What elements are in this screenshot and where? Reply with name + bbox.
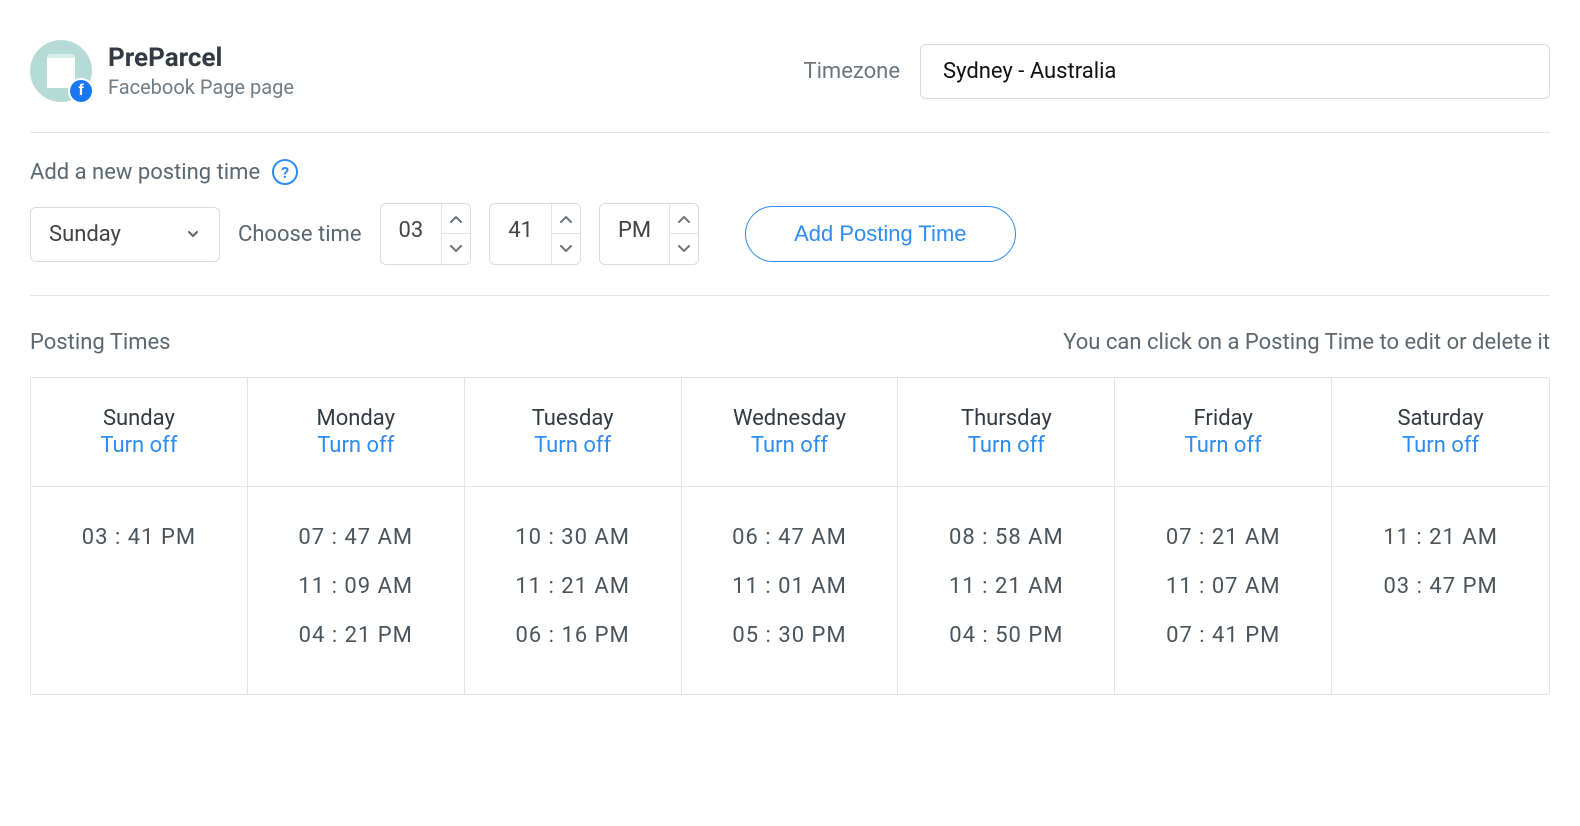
day-toggle[interactable]: Turn off xyxy=(39,433,239,458)
minute-arrows xyxy=(551,204,580,264)
ampm-stepper[interactable]: PM xyxy=(599,203,699,265)
add-section-heading: Add a new posting time xyxy=(30,160,260,185)
posting-time[interactable]: 03 : 41 PM xyxy=(39,513,239,562)
day-header: SundayTurn off xyxy=(31,378,248,487)
hour-stepper[interactable]: 03 xyxy=(380,203,472,265)
posting-time[interactable]: 11 : 21 AM xyxy=(906,562,1106,611)
ampm-down-button[interactable] xyxy=(670,234,698,264)
day-name: Thursday xyxy=(906,406,1106,431)
day-toggle[interactable]: Turn off xyxy=(1340,433,1541,458)
day-toggle[interactable]: Turn off xyxy=(690,433,890,458)
timezone-group: Timezone Sydney - Australia xyxy=(803,44,1550,99)
hour-up-button[interactable] xyxy=(442,204,470,234)
day-toggle[interactable]: Turn off xyxy=(256,433,456,458)
account-subtitle: Facebook Page page xyxy=(108,75,294,99)
day-column: 08 : 58 AM11 : 21 AM04 : 50 PM xyxy=(898,487,1115,694)
day-toggle[interactable]: Turn off xyxy=(906,433,1106,458)
minute-down-button[interactable] xyxy=(552,234,580,264)
hour-arrows xyxy=(441,204,470,264)
day-column: 03 : 41 PM xyxy=(31,487,248,694)
posting-time[interactable]: 03 : 47 PM xyxy=(1340,562,1541,611)
day-header: ThursdayTurn off xyxy=(898,378,1115,487)
timezone-select[interactable]: Sydney - Australia xyxy=(920,44,1550,99)
ampm-value: PM xyxy=(600,204,669,264)
day-toggle[interactable]: Turn off xyxy=(1123,433,1323,458)
day-header: MondayTurn off xyxy=(248,378,465,487)
posting-time[interactable]: 06 : 47 AM xyxy=(690,513,890,562)
help-icon[interactable]: ? xyxy=(272,159,298,185)
posting-time[interactable]: 11 : 21 AM xyxy=(473,562,673,611)
posting-time[interactable]: 11 : 21 AM xyxy=(1340,513,1541,562)
posting-time[interactable]: 11 : 01 AM xyxy=(690,562,890,611)
day-header: WednesdayTurn off xyxy=(682,378,899,487)
account-block: f PreParcel Facebook Page page xyxy=(30,40,294,102)
day-name: Friday xyxy=(1123,406,1323,431)
posting-time[interactable]: 08 : 58 AM xyxy=(906,513,1106,562)
add-section-heading-row: Add a new posting time ? xyxy=(30,159,1550,185)
posting-time[interactable]: 07 : 21 AM xyxy=(1123,513,1323,562)
day-select-value: Sunday xyxy=(49,222,121,247)
day-column: 07 : 21 AM11 : 07 AM07 : 41 PM xyxy=(1115,487,1332,694)
posting-time[interactable]: 11 : 09 AM xyxy=(256,562,456,611)
day-name: Tuesday xyxy=(473,406,673,431)
add-controls: Sunday Choose time 03 41 PM xyxy=(30,203,1550,265)
day-name: Saturday xyxy=(1340,406,1541,431)
posting-times-heading-row: Posting Times You can click on a Posting… xyxy=(30,330,1550,355)
ampm-up-button[interactable] xyxy=(670,204,698,234)
minute-up-button[interactable] xyxy=(552,204,580,234)
posting-time[interactable]: 11 : 07 AM xyxy=(1123,562,1323,611)
posting-time[interactable]: 06 : 16 PM xyxy=(473,611,673,660)
posting-time[interactable]: 04 : 21 PM xyxy=(256,611,456,660)
timezone-label: Timezone xyxy=(803,59,900,84)
posting-times-title: Posting Times xyxy=(30,330,171,355)
account-text: PreParcel Facebook Page page xyxy=(108,43,294,99)
account-name: PreParcel xyxy=(108,43,294,73)
facebook-badge-icon: f xyxy=(68,78,94,104)
day-name: Monday xyxy=(256,406,456,431)
day-column: 11 : 21 AM03 : 47 PM xyxy=(1332,487,1549,694)
add-posting-time-button[interactable]: Add Posting Time xyxy=(745,206,1015,262)
avatar: f xyxy=(30,40,92,102)
add-posting-time-section: Add a new posting time ? Sunday Choose t… xyxy=(30,133,1550,296)
day-header: TuesdayTurn off xyxy=(465,378,682,487)
posting-time[interactable]: 07 : 41 PM xyxy=(1123,611,1323,660)
minute-value: 41 xyxy=(490,204,551,264)
posting-time[interactable]: 05 : 30 PM xyxy=(690,611,890,660)
day-select[interactable]: Sunday xyxy=(30,207,220,262)
posting-times-table: SundayTurn offMondayTurn offTuesdayTurn … xyxy=(30,377,1550,695)
choose-time-label: Choose time xyxy=(238,222,362,247)
minute-stepper[interactable]: 41 xyxy=(489,203,581,265)
ampm-arrows xyxy=(669,204,698,264)
day-toggle[interactable]: Turn off xyxy=(473,433,673,458)
posting-time[interactable]: 10 : 30 AM xyxy=(473,513,673,562)
day-name: Wednesday xyxy=(690,406,890,431)
hour-value: 03 xyxy=(381,204,442,264)
account-header: f PreParcel Facebook Page page Timezone … xyxy=(30,40,1550,133)
day-header: SaturdayTurn off xyxy=(1332,378,1549,487)
day-column: 06 : 47 AM11 : 01 AM05 : 30 PM xyxy=(682,487,899,694)
posting-times-hint: You can click on a Posting Time to edit … xyxy=(1063,330,1550,355)
hour-down-button[interactable] xyxy=(442,234,470,264)
posting-time[interactable]: 04 : 50 PM xyxy=(906,611,1106,660)
posting-time[interactable]: 07 : 47 AM xyxy=(256,513,456,562)
chevron-down-icon xyxy=(185,226,201,242)
day-name: Sunday xyxy=(39,406,239,431)
day-column: 10 : 30 AM11 : 21 AM06 : 16 PM xyxy=(465,487,682,694)
day-header: FridayTurn off xyxy=(1115,378,1332,487)
day-column: 07 : 47 AM11 : 09 AM04 : 21 PM xyxy=(248,487,465,694)
